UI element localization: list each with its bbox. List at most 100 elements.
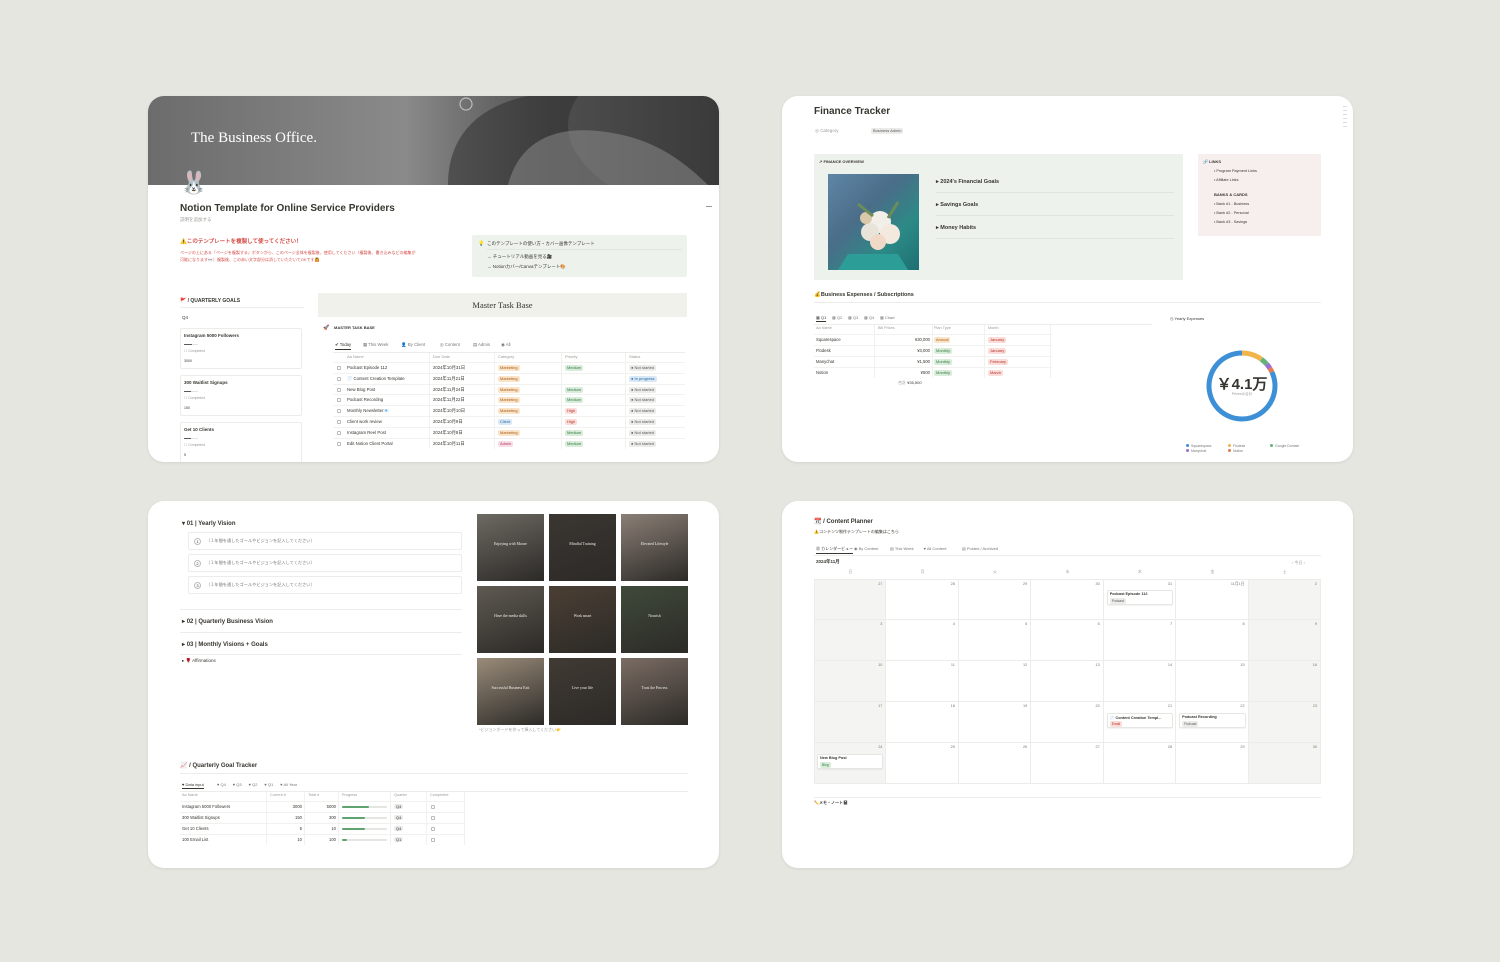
affirmations-item[interactable]: ▸ 🌹 Affirmations — [182, 658, 216, 663]
expense-tab-q2[interactable]: ▦ Q2 — [832, 315, 842, 320]
link-item[interactable]: • Program Payment Links — [1214, 169, 1257, 173]
calendar-day-cell[interactable]: 9 — [1248, 620, 1321, 661]
calendar-day-cell[interactable]: 12 — [958, 661, 1032, 702]
calendar-day-cell[interactable]: 8 — [1176, 620, 1249, 661]
expense-row[interactable]: Squarespace ¥30,000 Annual January — [814, 334, 1052, 345]
calendar-day-cell[interactable]: 11 — [886, 661, 959, 702]
expense-tab-q4[interactable]: ▦ Q4 — [864, 315, 874, 320]
scroll-indicator[interactable] — [1343, 106, 1347, 130]
task-view-tab-today[interactable]: ✔ Today — [335, 342, 352, 350]
expense-tab-chart[interactable]: ▦ Chart — [880, 315, 895, 320]
calendar-day-cell[interactable]: 15 — [1176, 661, 1249, 702]
calendar-day-cell[interactable]: 23 — [1248, 702, 1321, 743]
bank-item[interactable]: • Bank #2 - Personal — [1214, 211, 1249, 215]
expense-tab-q3[interactable]: ▦ Q3 — [848, 315, 858, 320]
legend-item[interactable]: Google Domain — [1270, 444, 1299, 448]
task-row[interactable]: Instagram Reel Post 2024年10月8日 Marketing Me… — [333, 426, 685, 438]
tracker-row[interactable]: 300 Waitlist Signups 150 300 Q4 — [180, 812, 465, 823]
task-row[interactable]: Podcast Episode 112 2024年10月31日 Marketing M… — [333, 362, 685, 373]
tracker-completed-checkbox[interactable] — [431, 816, 435, 820]
calendar-event-card[interactable]: 📄 Content Creation Templ... Email — [1106, 713, 1174, 728]
tracker-completed-checkbox[interactable] — [431, 805, 435, 809]
monthly-vision-toggle[interactable]: ▸ 03 | Monthly Visions + Goals — [182, 642, 268, 649]
tracker-tab-q1[interactable]: ♥ Q1 — [264, 782, 273, 787]
finance-toggle[interactable]: ▸ 2024's Financial Goals — [936, 179, 999, 185]
legend-item[interactable]: Manychat — [1186, 449, 1206, 453]
tracker-tab-q3[interactable]: ♥ Q3 — [233, 782, 242, 787]
calendar-day-cell[interactable]: 27 — [1031, 743, 1104, 784]
legend-item[interactable]: Flodesk — [1228, 444, 1245, 448]
task-row[interactable]: Podcast Recording 2024年11月22日 Marketing Med… — [333, 394, 685, 405]
calendar-day-cell[interactable]: 27 — [814, 579, 887, 620]
calendar-day-cell[interactable]: 6 — [1031, 620, 1104, 661]
bank-item[interactable]: • Bank #1 - Business — [1214, 202, 1249, 206]
calendar-day-cell[interactable]: 30 — [1248, 743, 1321, 784]
expense-row[interactable]: Flodesk ¥3,000 Monthly January — [814, 345, 1052, 356]
task-row[interactable]: Client work review 2024年10月9日 Client High ● … — [333, 416, 685, 427]
goal-card[interactable]: Instagram 5000 Followers ☐ Completed 3000 — [180, 328, 302, 369]
page-subtitle[interactable]: 説明を追加する — [180, 217, 212, 223]
bank-item[interactable]: • Bank #3 - Savings — [1214, 220, 1247, 224]
expense-row[interactable]: Manychat ¥1,500 Monthly February — [814, 356, 1052, 367]
calendar-event-card[interactable]: New Blog Post Blog — [817, 754, 884, 769]
tracker-row[interactable]: 100 Email List 10 100 Q1 — [180, 834, 465, 845]
calendar-day-cell[interactable]: 13 — [1031, 661, 1104, 702]
task-row[interactable]: Monthly Newsletter📧 2024年10月10日 Marketing H… — [333, 405, 685, 416]
finance-toggle[interactable]: ▸ Money Habits — [936, 225, 976, 231]
task-checkbox[interactable] — [337, 366, 341, 370]
yearly-vision-toggle[interactable]: ▾ 01 | Yearly Vision — [182, 521, 236, 528]
link-item[interactable]: • Affiliate Links — [1214, 178, 1238, 182]
calendar-day-cell[interactable]: 28 — [886, 579, 959, 620]
yearly-donut-chart[interactable]: ￥4.1万 Pricesの合計 — [1205, 349, 1279, 423]
task-view-tab-this-week[interactable]: ▦ This Week — [363, 342, 388, 348]
donut-slice[interactable] — [1267, 366, 1275, 374]
vision-item[interactable]: 1 （１年間を通したゴールやビジョンを記入してください） — [188, 532, 462, 550]
calendar-day-cell[interactable]: 19 — [958, 702, 1032, 743]
calendar-day-cell[interactable]: 14 — [1103, 661, 1177, 702]
category-value[interactable]: Business Admin — [871, 128, 904, 134]
calendar-day-cell[interactable]: 16 — [1248, 661, 1321, 702]
goal-card[interactable]: Get 10 Clients ☐ Completed 5 — [180, 422, 302, 462]
calendar-day-cell[interactable]: 30 — [1031, 579, 1104, 620]
vision-item[interactable]: 3 （１年間を通したゴールやビジョンを記入してください） — [188, 576, 462, 594]
planner-tab[interactable]: ◉ By Content — [854, 546, 878, 551]
calendar-event-card[interactable]: Podcast Recording Podcast — [1179, 713, 1246, 728]
task-checkbox[interactable] — [337, 430, 341, 435]
tutorial-link[interactable]: → チュートリアル動画を見る🎥 — [487, 254, 552, 259]
donut-slice[interactable] — [1264, 362, 1272, 370]
tracker-row[interactable]: Get 10 Clients 5 10 Q4 — [180, 823, 465, 834]
calendar-day-cell[interactable]: 29 — [1176, 743, 1249, 784]
tracker-completed-checkbox[interactable] — [431, 827, 435, 831]
legend-item[interactable]: Notion — [1228, 449, 1243, 453]
tracker-tab-q2[interactable]: ♥ Q2 — [249, 782, 258, 787]
expense-row[interactable]: Notion ¥500 Monthly March — [814, 367, 1052, 378]
task-checkbox[interactable] — [337, 387, 341, 392]
calendar-day-cell[interactable]: 10 — [814, 661, 887, 702]
vision-item[interactable]: 2 （１年間を通したゴールやビジョンを記入してください） — [188, 554, 462, 572]
expense-tab-q1[interactable]: ▦ Q1 — [816, 315, 827, 322]
task-checkbox[interactable] — [337, 441, 341, 446]
task-checkbox[interactable] — [337, 376, 341, 381]
donut-slice[interactable] — [1241, 350, 1263, 362]
task-view-tab-admin[interactable]: ▤ Admin — [473, 342, 490, 348]
tracker-row[interactable]: Instagram 5000 Followers 3000 5000 Q4 — [180, 801, 465, 812]
tracker-tab-all-year[interactable]: ♥ All Year — [280, 782, 297, 787]
quarterly-vision-toggle[interactable]: ▸ 02 | Quarterly Business Vision — [182, 619, 273, 626]
calendar-day-cell[interactable]: 26 — [958, 743, 1032, 784]
calendar-day-cell[interactable]: 5 — [958, 620, 1032, 661]
calendar-day-cell[interactable]: 7 — [1103, 620, 1177, 661]
calendar-day-cell[interactable]: 4 — [886, 620, 959, 661]
today-button[interactable]: 今日 — [1294, 560, 1302, 565]
canva-template-link[interactable]: → Notionカバー/Canvaテンプレート🎨 — [487, 264, 566, 269]
planner-tab[interactable]: ▦ カレンダービュー — [816, 546, 854, 554]
task-checkbox[interactable] — [337, 409, 341, 414]
calendar-day-cell[interactable]: 18 — [886, 702, 959, 743]
planner-tab[interactable]: ▤ This Week — [890, 546, 914, 551]
task-row[interactable]: 📄 Content Creation Template 2024年11月21日 Ma… — [333, 372, 685, 384]
calendar-day-cell[interactable]: 25 — [886, 743, 959, 784]
q4-label[interactable]: Q4 — [182, 315, 188, 320]
task-checkbox[interactable] — [337, 398, 341, 403]
task-row[interactable]: Edit Notion Client Portal 2024年10月11日 Admi… — [333, 437, 685, 449]
task-view-tab-content[interactable]: ◎ Content — [440, 342, 460, 348]
calendar-nav[interactable]: ‹ 今日 › — [1292, 560, 1305, 566]
